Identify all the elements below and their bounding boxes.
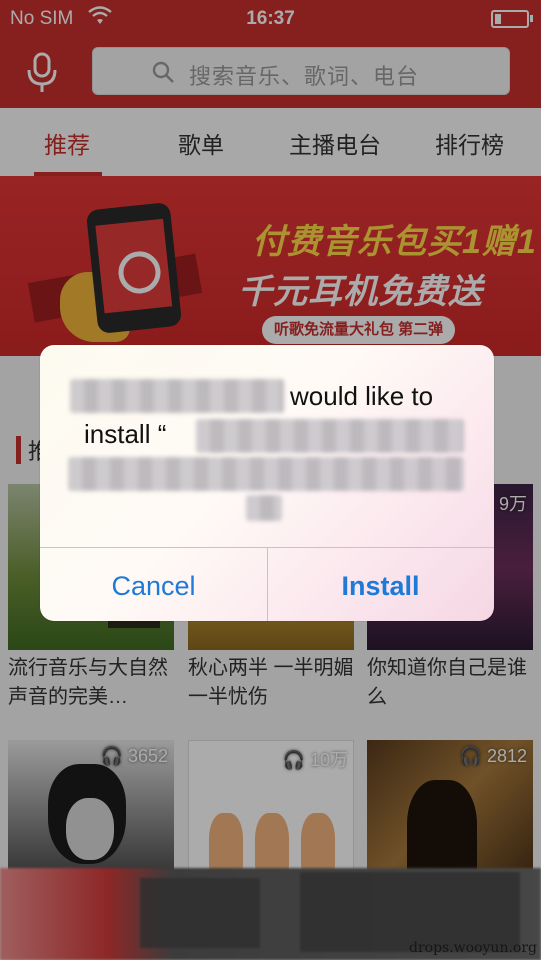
install-button[interactable]: Install xyxy=(267,547,494,621)
redacted-tail xyxy=(246,495,282,521)
redacted-app-name xyxy=(70,379,284,413)
alert-message-line2: install “ xyxy=(84,419,167,449)
install-alert: would like to install “ Cancel Install xyxy=(40,345,494,621)
alert-message-line1: would like to xyxy=(290,381,434,411)
redacted-url xyxy=(68,457,464,491)
cancel-button[interactable]: Cancel xyxy=(40,547,267,621)
redacted-package xyxy=(196,419,464,453)
